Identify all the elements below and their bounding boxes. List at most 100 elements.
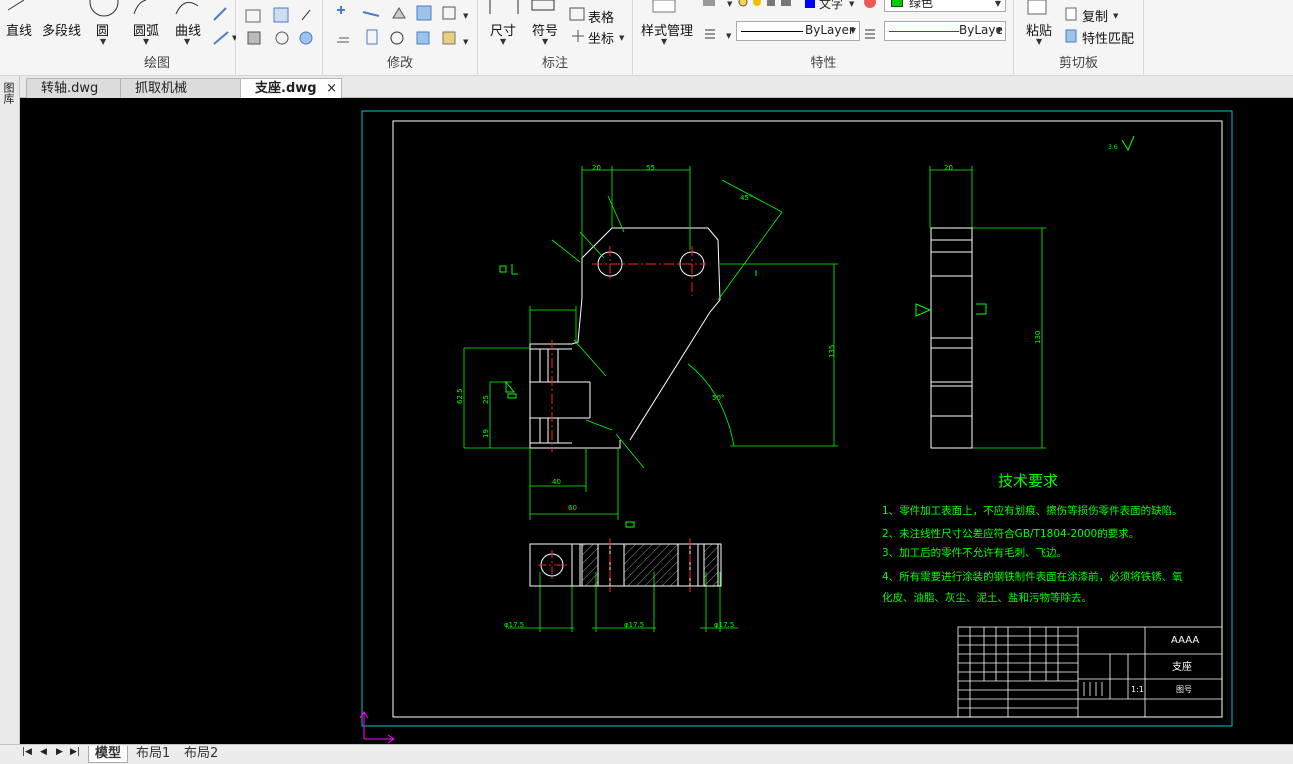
block-icon: [273, 7, 289, 23]
library-label: 图库: [2, 82, 15, 104]
dimension-texts: 20 55 45° 50° 40 60 135 62.5 25 19 20 13…: [456, 164, 1042, 629]
chevron-down-icon: ▼: [727, 0, 733, 8]
arc-icon: [133, 0, 147, 15]
linetype-select[interactable]: ByLayer ▼: [736, 21, 860, 41]
match-properties-icon: [1065, 29, 1077, 43]
dim-19: 19: [482, 429, 490, 438]
drawing-entity: [703, 543, 719, 587]
last-layout-icon[interactable]: ▶|: [70, 747, 80, 757]
annotate-icons: ▼ ▼ ▼: [489, 0, 625, 46]
drawing-entity: [505, 380, 517, 399]
drawing-entity: [931, 239, 972, 417]
lineweight-select[interactable]: ByLaye ▼: [884, 21, 1006, 41]
first-layout-icon[interactable]: |◀: [22, 747, 32, 757]
drawing-entity: [1083, 682, 1103, 696]
chevron-down-icon: ▼: [994, 0, 1001, 8]
title-part-name: 支座: [1172, 660, 1192, 673]
chevron-down-icon: ▼: [100, 37, 107, 46]
title-drawing-no: 图号: [1176, 685, 1192, 694]
tech-line-5: 化皮、油脂、灰尘、泥土、盐和污物等除去。: [882, 591, 1092, 604]
drawing-entity: [499, 264, 518, 275]
table-icon: [569, 7, 585, 21]
trim-icon: [362, 11, 380, 17]
tech-title: 技术要求: [998, 472, 1058, 490]
drawing-canvas[interactable]: 3.6 20 55 45° 50° 40 60 135 62.5 25 19 2…: [20, 98, 1293, 744]
donut-icon: [275, 31, 289, 45]
lineweight-icon: [865, 29, 875, 39]
dim-20b: 20: [944, 164, 953, 172]
drawing-entity: [581, 227, 721, 441]
drawing-entity: [551, 246, 706, 452]
chevron-down-icon: ▼: [726, 32, 732, 40]
symbol-icon: [531, 0, 555, 11]
clipboard-group: 粘贴 复制 特性匹配 ▼ ▼ 剪切板: [1014, 0, 1144, 76]
drawing-entity: [720, 263, 838, 447]
chevron-down-icon: ▼: [995, 26, 1002, 35]
ucs-icon: [359, 711, 395, 744]
linetype-sample: [741, 31, 803, 32]
rect-icon: [442, 6, 456, 20]
color-value: 绿色: [909, 0, 934, 10]
tab-layout1[interactable]: 布局1: [130, 746, 176, 763]
chevron-down-icon: ▼: [500, 37, 507, 46]
dim-25: 25: [482, 395, 490, 404]
library-button[interactable]: 图库: [2, 82, 16, 107]
drawing-entity: [581, 543, 599, 587]
dim-50: 50°: [712, 394, 724, 402]
roughness-symbol-icon: [1121, 135, 1135, 152]
chevron-down-icon: ▼: [849, 26, 856, 35]
point-icon: [301, 9, 311, 21]
drawing-entity: [625, 521, 635, 528]
color-select[interactable]: 绿色 ▼: [884, 0, 1006, 12]
array-icon: [416, 31, 430, 45]
move-icon: [337, 6, 345, 14]
dim-62-5: 62.5: [456, 388, 464, 404]
drawing-entity: [929, 166, 973, 228]
next-layout-icon[interactable]: ▶: [56, 747, 63, 757]
properties-group: 样式管理 ▼ ▼ ▼ ▼ 文字 绿色 ▼ ByLayer ▼ ByLaye ▼ …: [633, 0, 1014, 76]
drawing-entity: [530, 348, 591, 444]
modify-group-label: 修改: [386, 56, 413, 71]
linetype-value: ByLayer: [805, 23, 854, 37]
prev-layout-icon[interactable]: ◀: [40, 747, 47, 757]
drawing-entity: [359, 711, 395, 744]
tab-model[interactable]: 模型: [88, 746, 129, 763]
modify-group: ▼ ▼ 修改: [322, 0, 478, 76]
copy-icon: [1065, 7, 1077, 21]
dimension-lines: [463, 166, 1046, 632]
paste-icon: [1027, 0, 1047, 15]
tab-zhuaqu[interactable]: 抓取机械手.dwg: [120, 78, 242, 115]
drawing-entity: [529, 306, 577, 344]
hatch-icon: [247, 31, 261, 45]
bulb-icon: [738, 0, 748, 7]
drawing-svg[interactable]: 3.6 20 55 45° 50° 40 60 135 62.5 25 19 2…: [20, 98, 1293, 744]
copy-obj-icon: [416, 5, 432, 21]
stretch-icon: [366, 29, 378, 45]
pencil-icon: [213, 7, 227, 21]
dim-135: 135: [828, 345, 836, 358]
chevron-down-icon: ▼: [1113, 12, 1119, 20]
dim-phi17-5a: φ17.5: [504, 621, 524, 629]
tab-layout2[interactable]: 布局2: [178, 746, 224, 763]
lock-icon: [767, 0, 775, 6]
clipboard-group-label: 剪切板: [1058, 56, 1098, 71]
line-icon: [7, 0, 25, 11]
draw-icons-right: [245, 7, 313, 45]
ray-icon: [213, 31, 229, 45]
properties-group-label: 特性: [810, 56, 837, 71]
draw-group: 直线 多段线 圆 圆弧 曲线 ▼ ▼ ▼ ▼ 绘图: [0, 0, 313, 76]
close-icon[interactable]: ×: [326, 79, 337, 98]
color-wheel-icon: [864, 0, 876, 8]
tab-zhizuo[interactable]: 支座.dwg ×: [240, 78, 342, 98]
tab-label: 支座.dwg: [255, 81, 317, 96]
drawing-entity: [1077, 627, 1222, 717]
dim-60: 60: [568, 504, 577, 512]
title-scale: 1:1: [1131, 685, 1144, 694]
text-style-select[interactable]: 文字: [819, 0, 859, 10]
annotate-group: 尺寸 符号 表格 坐标 ▼ ▼ ▼ 标注: [478, 0, 633, 76]
dim-40: 40: [552, 478, 561, 486]
drawing-entity: [529, 297, 621, 449]
layer-icon: [703, 0, 715, 6]
tab-zhuanzhou[interactable]: 转轴.dwg: [26, 78, 122, 98]
chevron-down-icon: ▼: [143, 37, 150, 46]
